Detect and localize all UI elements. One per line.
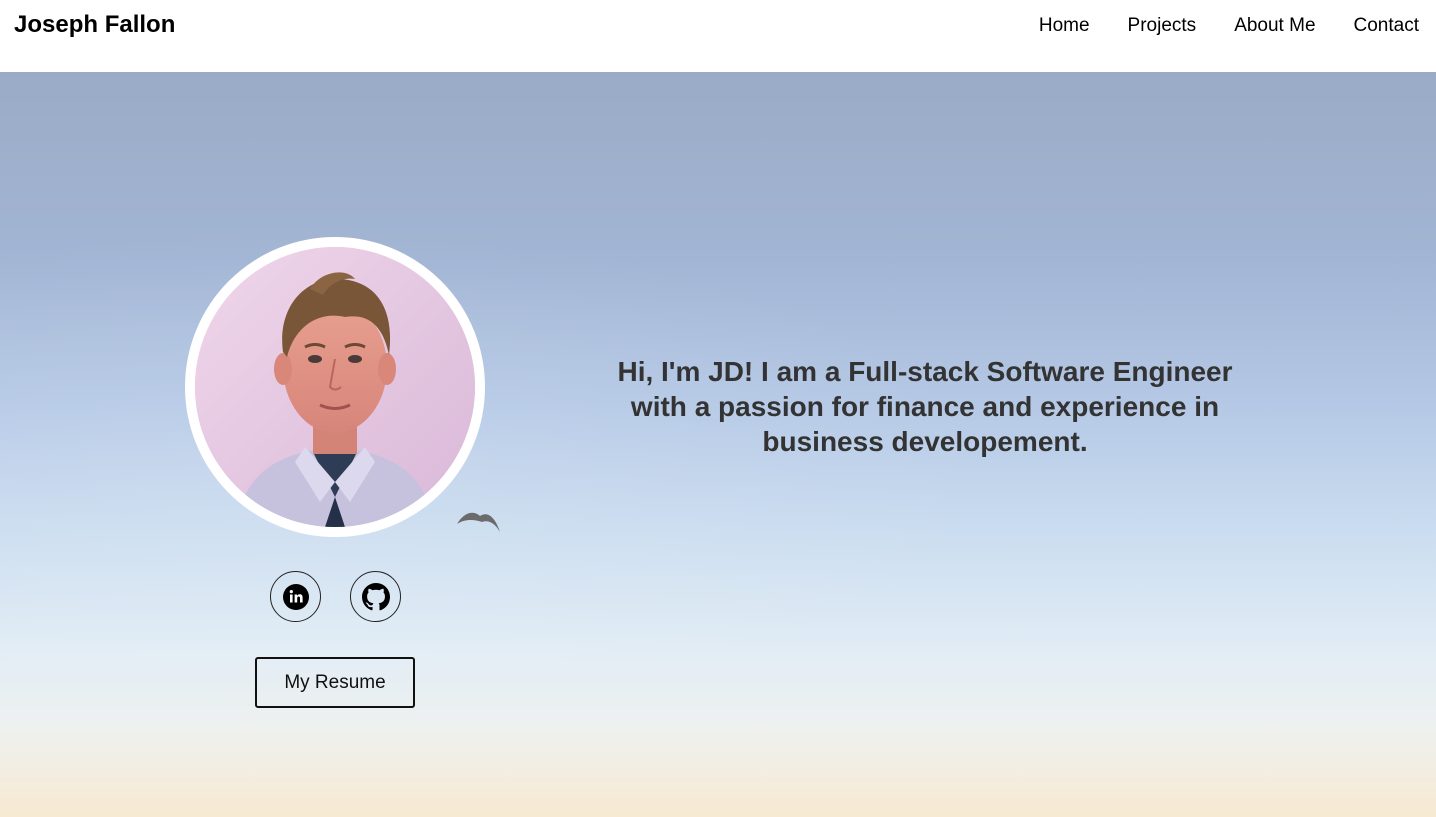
github-button[interactable] — [350, 571, 401, 622]
brand-link[interactable]: Joseph Fallon — [14, 11, 175, 39]
hero-section: My Resume Hi, I'm JD! I am a Full-stack … — [0, 72, 1436, 817]
linkedin-button[interactable] — [270, 571, 321, 622]
profile-portrait-image — [195, 247, 475, 527]
linkedin-icon — [282, 583, 309, 610]
bird-icon — [457, 512, 500, 532]
nav-link-contact[interactable]: Contact — [1354, 15, 1419, 37]
nav-link-about-me[interactable]: About Me — [1234, 15, 1315, 37]
github-icon — [361, 582, 390, 610]
my-resume-button[interactable]: My Resume — [255, 657, 415, 708]
nav-links: Home Projects About Me Contact — [1039, 15, 1419, 37]
nav-link-projects[interactable]: Projects — [1128, 15, 1197, 37]
navbar: Joseph Fallon Home Projects About Me Con… — [0, 0, 1436, 72]
profile-photo — [185, 237, 485, 537]
nav-link-home[interactable]: Home — [1039, 15, 1090, 37]
hero-tagline: Hi, I'm JD! I am a Full-stack Software E… — [617, 356, 1233, 457]
